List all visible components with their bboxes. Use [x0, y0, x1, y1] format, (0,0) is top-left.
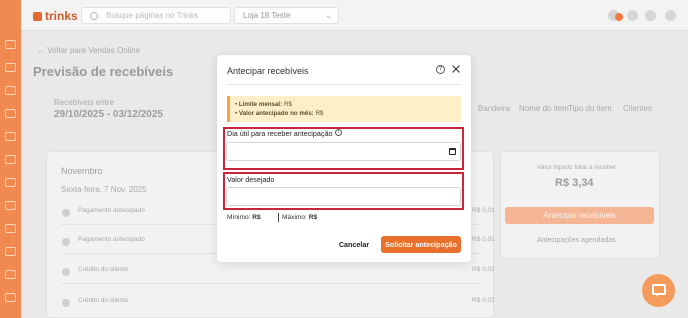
row-label: Pagamento antecipado [78, 207, 145, 214]
date-subheader: Sexta-feira, 7 Nov. 2025 [61, 185, 147, 194]
modal-title: Antecipar recebíveis [227, 66, 309, 76]
min-label: Mínimo: [227, 214, 251, 221]
scheduled-link[interactable]: Antecipações agendadas [537, 237, 616, 244]
avatar[interactable] [665, 10, 676, 21]
chevron-down-icon: ⌄ [325, 11, 332, 20]
alert-limit-value: R$ [283, 101, 292, 108]
chat-icon-tail [654, 293, 658, 297]
row-icon [62, 268, 70, 276]
back-link-label: Voltar para Vendas Online [47, 46, 141, 55]
filter-nome-item[interactable]: Nome do item [519, 104, 569, 113]
sidebar-icon[interactable] [5, 109, 16, 118]
sidebar-icon[interactable] [5, 247, 16, 256]
filter-bandeira[interactable]: Bandeira [478, 104, 510, 113]
chat-button[interactable] [642, 274, 675, 307]
min-value: R$ [252, 214, 261, 221]
month-header: Novembro [61, 166, 103, 176]
sidebar-icon[interactable] [5, 63, 16, 72]
alert-limit-label: Limite mensal: [238, 101, 283, 108]
amount-field-label: Valor desejado [227, 175, 275, 184]
sidebar-icon[interactable] [5, 178, 16, 187]
close-icon[interactable] [451, 64, 461, 74]
sidebar-icon[interactable] [5, 224, 16, 233]
sidebar-icon[interactable] [5, 155, 16, 164]
row-icon [62, 209, 70, 217]
search-placeholder: Busque páginas no Trinks [106, 11, 199, 20]
row-label: Pagamento antecipado [78, 236, 145, 243]
max-limit: Máximo: R$ [282, 214, 317, 221]
alert-anticipated-label: Valor antecipado no mês: [238, 110, 314, 117]
info-icon[interactable]: i [335, 129, 342, 136]
settings-icon[interactable] [645, 10, 656, 21]
notification-badge [615, 13, 623, 21]
unit-select-value: Loja 18 Teste [243, 11, 291, 20]
page-title: Previsão de recebíveis [33, 64, 174, 79]
sidebar [0, 0, 21, 318]
logo[interactable]: trinks [33, 9, 78, 23]
back-arrow-icon: ← [37, 46, 48, 55]
row-divider [61, 283, 481, 284]
submit-anticipation-button[interactable]: Solicitar antecipação [381, 236, 461, 253]
logo-text: trinks [45, 9, 78, 23]
help-center-icon[interactable] [627, 10, 638, 21]
sidebar-icon[interactable] [5, 86, 16, 95]
sidebar-icon[interactable] [5, 201, 16, 210]
alert-anticipated-value: R$ [315, 110, 324, 117]
max-label: Máximo: [282, 214, 307, 221]
search-input[interactable]: Busque páginas no Trinks [81, 7, 231, 24]
sidebar-icon[interactable] [5, 132, 16, 141]
summary-value: R$ 3,34 [555, 177, 594, 189]
period-value[interactable]: 29/10/2025 - 03/12/2025 [54, 109, 163, 120]
anticipate-button[interactable]: Antecipar recebíveis [505, 207, 654, 224]
limit-alert: • Limite mensal: R$ • Valor antecipado n… [227, 96, 461, 122]
sidebar-icon[interactable] [5, 40, 16, 49]
period-label: Recebíveis entre [54, 98, 115, 107]
row-amount: R$ 0,01 [472, 207, 495, 214]
back-link[interactable]: ← Voltar para Vendas Online [37, 46, 140, 55]
cancel-button[interactable]: Cancelar [335, 238, 373, 252]
search-icon [90, 12, 98, 20]
sidebar-icon[interactable] [5, 270, 16, 279]
amount-input[interactable] [226, 187, 461, 206]
topbar: trinks Busque páginas no Trinks Loja 18 … [21, 0, 688, 31]
filter-tipo-item[interactable]: Tipo do item [568, 104, 612, 113]
unit-select[interactable]: Loja 18 Teste ⌄ [234, 7, 339, 24]
row-icon [62, 238, 70, 246]
row-label: Crédito do cliente [78, 266, 129, 273]
max-value: R$ [308, 214, 318, 221]
limit-separator [278, 213, 279, 222]
row-amount: R$ 0,02 [472, 297, 495, 304]
row-label: Crédito do cliente [78, 297, 129, 304]
filter-clientes[interactable]: Clientes [623, 104, 652, 113]
min-limit: Mínimo: R$ [227, 214, 261, 221]
date-field-label: Dia útil para receber antecipação [227, 129, 333, 138]
row-amount: R$ 0,01 [472, 236, 495, 243]
date-input[interactable] [226, 142, 461, 161]
sidebar-icon[interactable] [5, 293, 16, 302]
summary-label: Valor líquido total a receber [537, 164, 617, 171]
logo-icon [33, 12, 42, 21]
calendar-icon[interactable] [449, 148, 456, 155]
row-amount: R$ 0,02 [472, 266, 495, 273]
modal-divider [227, 84, 461, 85]
alert-anticipated-line: • Valor antecipado no mês: R$ [235, 110, 324, 117]
row-icon [62, 299, 70, 307]
help-icon[interactable]: ? [436, 65, 445, 74]
anticipate-modal: Antecipar recebíveis ? • Limite mensal: … [217, 55, 471, 262]
alert-limit-line: • Limite mensal: R$ [235, 101, 292, 108]
